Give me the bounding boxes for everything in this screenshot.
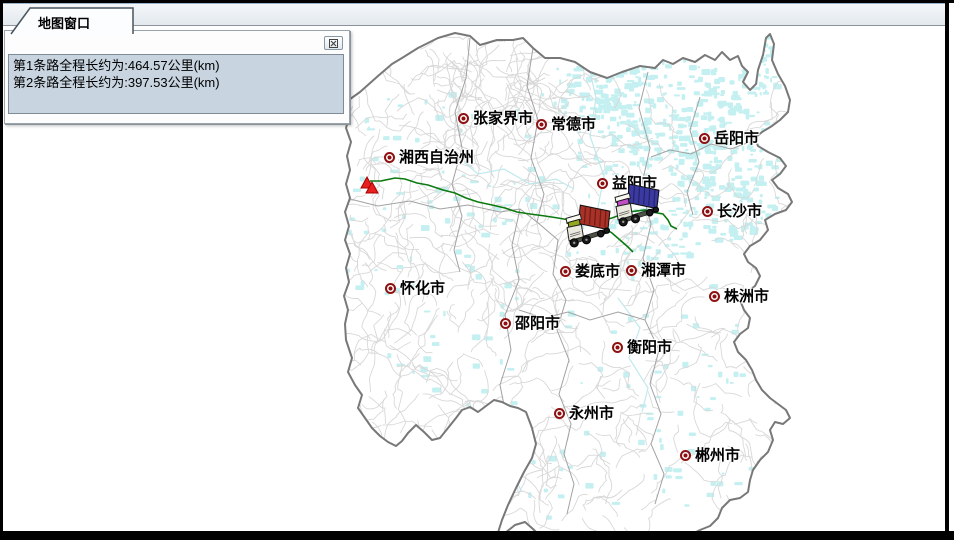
city-label: 湘潭市	[641, 263, 686, 278]
window-border-bottom	[0, 531, 954, 540]
city-marker-icon	[385, 283, 396, 294]
city-label: 永州市	[569, 406, 614, 421]
tab-map-window[interactable]: 地图窗口	[8, 7, 136, 35]
city-marker-icon	[702, 206, 713, 217]
city-marker-icon	[612, 342, 623, 353]
city-label: 娄底市	[575, 264, 620, 279]
route-2-length: 第2条路全程长约为:397.53公里(km)	[13, 74, 339, 91]
truck-red-icon[interactable]	[564, 203, 613, 248]
window-border-left	[0, 0, 3, 540]
window-border-right	[945, 0, 949, 540]
city-feature[interactable]: 株洲市	[709, 290, 769, 302]
city-marker-icon	[560, 266, 571, 277]
city-feature[interactable]: 长沙市	[702, 205, 762, 217]
city-feature[interactable]: 湘西自治州	[384, 151, 474, 163]
city-label: 怀化市	[400, 281, 445, 296]
close-icon	[329, 39, 338, 48]
city-feature[interactable]: 怀化市	[385, 282, 445, 294]
city-feature[interactable]: 张家界市	[458, 112, 533, 124]
city-marker-icon	[536, 119, 547, 130]
window-edge	[949, 0, 954, 540]
city-label: 岳阳市	[714, 131, 759, 146]
city-feature[interactable]: 岳阳市	[699, 132, 759, 144]
city-label: 常德市	[551, 117, 596, 132]
truck-blue-icon[interactable]	[613, 182, 662, 227]
city-feature[interactable]: 娄底市	[560, 265, 620, 277]
panel-close-button[interactable]	[324, 36, 343, 50]
city-label: 株洲市	[724, 289, 769, 304]
route-info-panel: 第1条路全程长约为:464.57公里(km) 第2条路全程长约为:397.53公…	[4, 30, 350, 124]
city-marker-icon	[597, 178, 608, 189]
city-feature[interactable]: 湘潭市	[626, 264, 686, 276]
tab-label: 地图窗口	[38, 13, 132, 32]
city-label: 长沙市	[717, 204, 762, 219]
city-marker-icon	[709, 291, 720, 302]
route-1-length: 第1条路全程长约为:464.57公里(km)	[13, 57, 339, 74]
city-label: 邵阳市	[515, 316, 560, 331]
city-feature[interactable]: 永州市	[554, 407, 614, 419]
city-marker-icon	[680, 450, 691, 461]
city-feature[interactable]: 邵阳市	[500, 317, 560, 329]
city-label: 湘西自治州	[399, 150, 474, 165]
city-marker-icon	[554, 408, 565, 419]
city-feature[interactable]: 郴州市	[680, 449, 740, 461]
city-marker-icon	[626, 265, 637, 276]
city-marker-icon	[699, 133, 710, 144]
city-label: 衡阳市	[627, 340, 672, 355]
route-length-box: 第1条路全程长约为:464.57公里(km) 第2条路全程长约为:397.53公…	[8, 54, 344, 114]
city-label: 张家界市	[473, 111, 533, 126]
map-window: 地图窗口 张家界市常德市岳阳市湘西自治州益阳市长沙市娄底市湘潭市株洲市怀化市邵阳…	[0, 0, 954, 540]
city-feature[interactable]: 衡阳市	[612, 341, 672, 353]
city-feature[interactable]: 常德市	[536, 118, 596, 130]
city-marker-icon	[458, 113, 469, 124]
city-marker-icon	[500, 318, 511, 329]
city-marker-icon	[384, 152, 395, 163]
tab-bar	[3, 3, 945, 26]
city-label: 郴州市	[695, 448, 740, 463]
window-border-top	[0, 0, 954, 3]
